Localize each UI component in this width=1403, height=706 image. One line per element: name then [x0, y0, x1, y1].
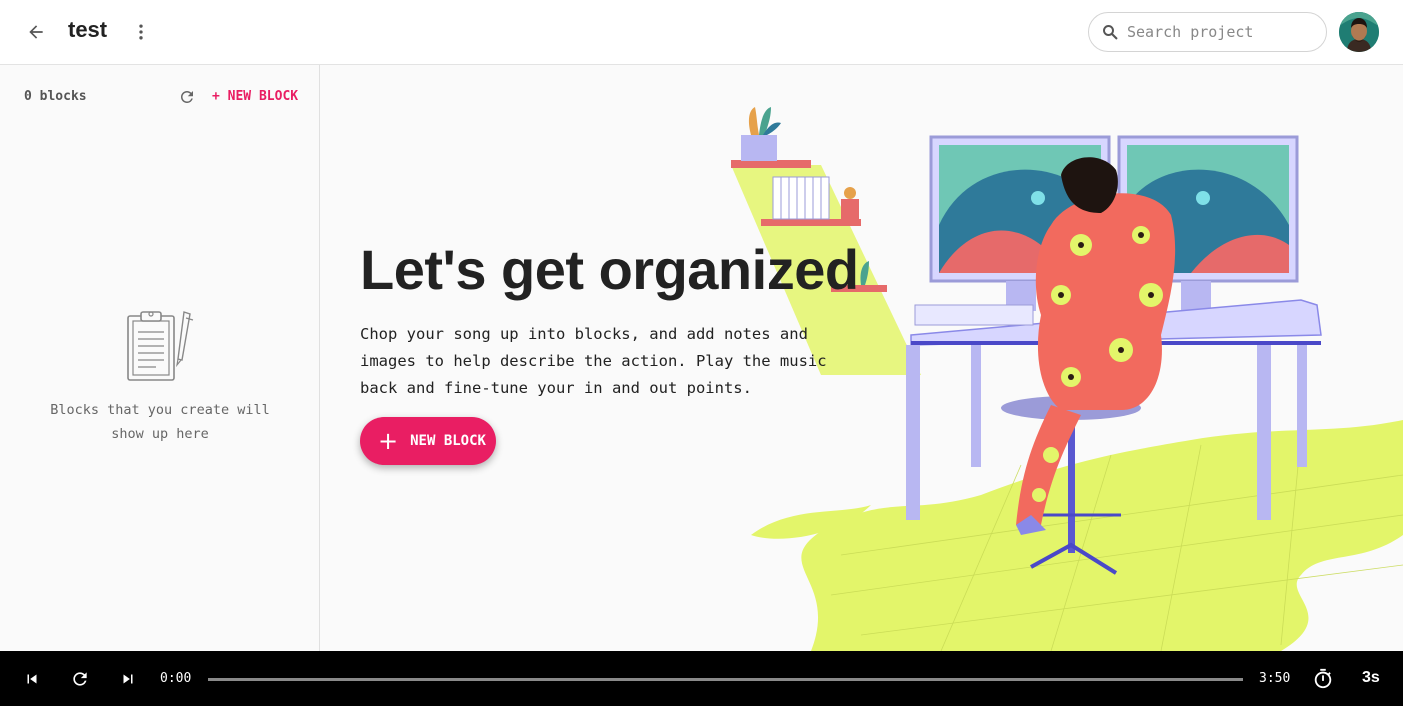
replay-button[interactable]	[66, 665, 94, 693]
project-title: test	[68, 17, 108, 42]
shelf-middle	[761, 219, 861, 226]
avatar-image	[1339, 12, 1379, 52]
timer-icon	[1314, 668, 1332, 689]
replay-icon	[73, 672, 87, 686]
hero-description: Chop your song up into blocks, and add n…	[360, 325, 827, 397]
skip-previous-button[interactable]	[18, 665, 46, 693]
skip-next-icon	[123, 674, 133, 684]
search-box[interactable]	[1088, 12, 1327, 52]
clipboard-icon	[127, 311, 194, 381]
arrow-left-icon	[29, 25, 43, 39]
blocks-count: 0 blocks	[24, 89, 87, 104]
new-block-link[interactable]: + NEW BLOCK	[212, 89, 298, 104]
user-avatar[interactable]	[1339, 12, 1379, 52]
skip-previous-icon	[27, 674, 37, 684]
audio-player-bar: 0:00 3:50 3s	[0, 651, 1403, 706]
shelf-top	[731, 160, 811, 168]
search-icon	[1103, 25, 1118, 40]
search-input[interactable]	[1127, 23, 1317, 41]
ground-splash	[801, 420, 1403, 651]
more-vert-icon	[139, 24, 143, 40]
back-button[interactable]	[20, 16, 52, 48]
timer-button[interactable]	[1309, 665, 1337, 693]
refresh-icon	[181, 91, 193, 103]
blocks-sidebar: 0 blocks + NEW BLOCK Blocks that you cre…	[0, 65, 320, 651]
skip-next-button[interactable]	[114, 665, 142, 693]
refresh-button[interactable]	[176, 86, 198, 108]
main-content: Let's get organized Chop your song up in…	[321, 65, 1403, 651]
playback-speed[interactable]: 3s	[1362, 669, 1380, 687]
empty-state-text: Blocks that you create will show up here	[50, 402, 270, 442]
hero-headline: Let's get organized	[360, 238, 859, 301]
top-app-bar: test	[0, 0, 1403, 65]
progress-track[interactable]	[208, 678, 1243, 681]
more-options-button[interactable]	[126, 16, 156, 48]
current-time: 0:00	[160, 671, 192, 686]
total-time: 3:50	[1259, 671, 1291, 686]
new-block-button[interactable]: + NEW BLOCK	[360, 417, 496, 465]
plus-icon: +	[378, 427, 399, 455]
new-block-button-label: NEW BLOCK	[410, 433, 486, 449]
